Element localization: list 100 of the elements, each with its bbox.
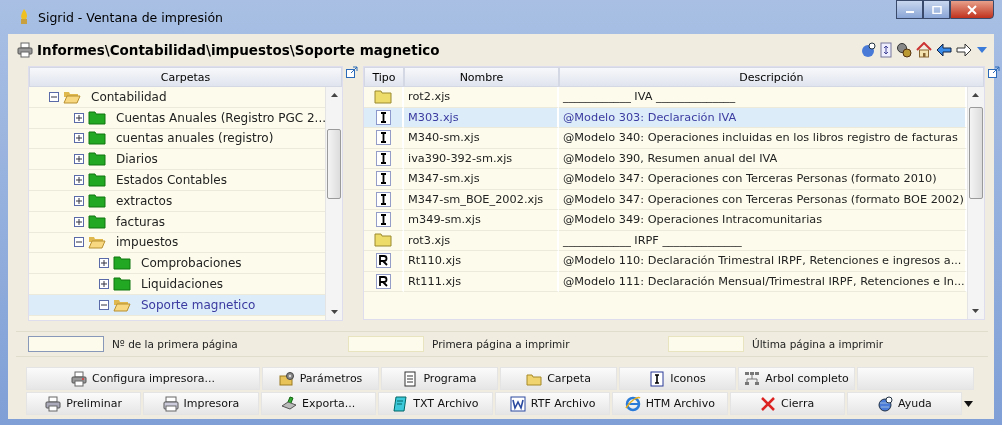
tree-item[interactable]: extractos xyxy=(29,191,325,212)
right-arrow-icon[interactable] xyxy=(956,42,972,58)
folder-icon xyxy=(113,256,131,271)
notepad-icon xyxy=(392,395,409,412)
toolbar-button[interactable]: Ayuda xyxy=(846,392,962,415)
toolbar-button[interactable]: Preliminar xyxy=(26,392,142,415)
folder-icon xyxy=(374,233,392,248)
toolbar-button[interactable]: Impresora xyxy=(143,392,259,415)
table-cell: @Modelo 347: Operaciones con Terceras Personas (formato 2010) xyxy=(559,169,967,190)
table-row[interactable]: m349-sm.xjs @Modelo 349: Operaciones Intracomunitarias xyxy=(364,210,967,231)
tree-item[interactable]: Cuentas Anuales (Registro PGC 2... xyxy=(29,107,325,129)
tree-item[interactable]: Comprobaciones xyxy=(29,253,325,275)
maximize-icon xyxy=(931,5,942,14)
tree-item[interactable]: Soporte magnetico xyxy=(29,294,325,316)
table-row[interactable]: Rt111.xjs @Modelo 111: Declaración Mensual/Trimestral IRPF, Retenciones e In... xyxy=(364,271,967,292)
open-folder-icon xyxy=(113,297,131,312)
printer-icon xyxy=(45,395,62,412)
close-icon xyxy=(966,4,978,15)
expander-icon[interactable] xyxy=(74,175,84,186)
table-row[interactable]: iva390-392-sm.xjs @Modelo 390, Resumen anual del IVA xyxy=(364,148,967,169)
expander-icon[interactable] xyxy=(74,112,84,123)
scroll-down-icon[interactable] xyxy=(972,309,980,313)
help-globe-icon[interactable] xyxy=(860,42,876,58)
help-globe-icon xyxy=(876,395,893,412)
tree-item[interactable]: Liquidaciones xyxy=(29,274,325,295)
tree-item[interactable]: Contabilidad xyxy=(29,87,325,108)
page-number-field[interactable] xyxy=(28,336,104,352)
home-icon[interactable] xyxy=(916,42,932,58)
scrollbar[interactable] xyxy=(325,87,342,320)
close-button[interactable] xyxy=(950,0,994,19)
tree-item[interactable]: facturas xyxy=(29,211,325,233)
document-icon[interactable] xyxy=(880,42,892,58)
toolbar-button[interactable]: Carpeta xyxy=(500,367,617,390)
left-arrow-icon[interactable] xyxy=(936,42,952,58)
column-header: Nombre xyxy=(404,67,559,87)
scroll-down-icon[interactable] xyxy=(330,310,338,314)
expander-icon[interactable] xyxy=(99,279,109,290)
expander-icon[interactable] xyxy=(74,237,84,248)
table-cell: @Modelo 390, Resumen anual del IVA xyxy=(559,148,967,169)
table-row[interactable]: rot3.xjs ____________ IRPF ______________ xyxy=(364,230,967,251)
scroll-thumb[interactable] xyxy=(968,107,983,199)
table-cell: M347-sm_BOE_2002.xjs xyxy=(404,189,559,210)
tree-item[interactable]: impuestos xyxy=(29,232,325,254)
tree-item[interactable]: Diarios xyxy=(29,149,325,171)
maximize-button[interactable] xyxy=(923,0,950,19)
toolbar-button[interactable]: RTF Archivo xyxy=(495,392,611,415)
toolbar-button[interactable]: Parámetros xyxy=(262,367,379,390)
toolbar-button[interactable]: Programa xyxy=(381,367,498,390)
folder-icon xyxy=(88,110,106,125)
scrollbar[interactable] xyxy=(966,87,984,319)
toolbar-button[interactable]: Configura impresora... xyxy=(26,367,260,390)
table-row[interactable]: Rt110.xjs @Modelo 110: Declaración Trimestral IRPF, Retenciones e ingresos a... xyxy=(364,251,967,272)
table-cell: M347-sm.xjs xyxy=(404,169,559,190)
toolbar-button[interactable]: Exporta... xyxy=(260,392,376,415)
folder-icon xyxy=(88,152,106,167)
expander-icon[interactable] xyxy=(99,258,109,269)
table-cell: @Modelo 110: Declaración Trimestral IRPF, Retenciones e ingresos a... xyxy=(559,251,967,272)
table-row[interactable]: M303.xjs @Modelo 303: Declaración IVA xyxy=(364,107,967,128)
table-cell: Rt111.xjs xyxy=(404,271,559,292)
scroll-up-icon[interactable] xyxy=(972,93,980,97)
table-cell: @Modelo 303: Declaración IVA xyxy=(559,107,967,128)
open-folder-icon xyxy=(88,235,106,250)
expander-icon[interactable] xyxy=(74,195,84,206)
table-cell: M340-sm.xjs xyxy=(404,128,559,149)
field-label: Nº de la primera página xyxy=(112,338,238,350)
expander-icon[interactable] xyxy=(74,154,84,165)
scroll-up-icon[interactable] xyxy=(330,93,338,97)
letter-r-icon xyxy=(375,273,391,289)
table-row[interactable]: M347-sm_BOE_2002.xjs @Modelo 347: Operaciones con Terceras Personas (formato BOE 2002) xyxy=(364,189,967,210)
tree-item[interactable]: cuentas anuales (registro) xyxy=(29,128,325,150)
dropdown-arrow-icon[interactable] xyxy=(964,400,973,407)
toolbar-button[interactable]: TXT Archivo xyxy=(377,392,493,415)
expander-icon[interactable] xyxy=(99,299,109,310)
folder-icon xyxy=(88,131,106,146)
minimize-button[interactable] xyxy=(896,0,923,19)
scroll-thumb[interactable] xyxy=(327,129,341,199)
close-icon xyxy=(760,395,777,412)
toolbar-button[interactable]: Arbol completo xyxy=(738,367,855,390)
gears-icon[interactable] xyxy=(896,42,912,58)
column-header: Tipo xyxy=(364,67,404,87)
expander-icon[interactable] xyxy=(49,91,59,102)
table-row[interactable]: M340-sm.xjs @Modelo 340: Operaciones incluidas en los libros registro de facturas xyxy=(364,128,967,149)
toolbar-button[interactable]: Iconos xyxy=(619,367,736,390)
tree-item[interactable]: Estados Contables xyxy=(29,170,325,191)
expander-icon[interactable] xyxy=(74,133,84,144)
table-cell: M303.xjs xyxy=(404,107,559,128)
expander-icon[interactable] xyxy=(74,216,84,227)
letter-i-icon xyxy=(375,171,391,187)
toolbar-button[interactable]: HTM Archivo xyxy=(612,392,728,415)
popout-icon[interactable] xyxy=(346,66,358,78)
printer-icon xyxy=(70,370,87,387)
table-cell: @Modelo 347: Operaciones con Terceras Personas (formato BOE 2002) xyxy=(559,189,967,210)
browser-icon xyxy=(624,395,641,412)
scanner-icon xyxy=(281,395,297,412)
popout-icon[interactable] xyxy=(987,66,1000,78)
folder-icon xyxy=(88,173,106,188)
table-cell: @Modelo 111: Declaración Mensual/Trimestral IRPF, Retenciones e In... xyxy=(559,271,967,292)
toolbar-button[interactable]: Cierra xyxy=(729,392,845,415)
table-row[interactable]: M347-sm.xjs @Modelo 347: Operaciones con Terceras Personas (formato 2010) xyxy=(364,169,967,190)
document-icon xyxy=(402,370,419,387)
